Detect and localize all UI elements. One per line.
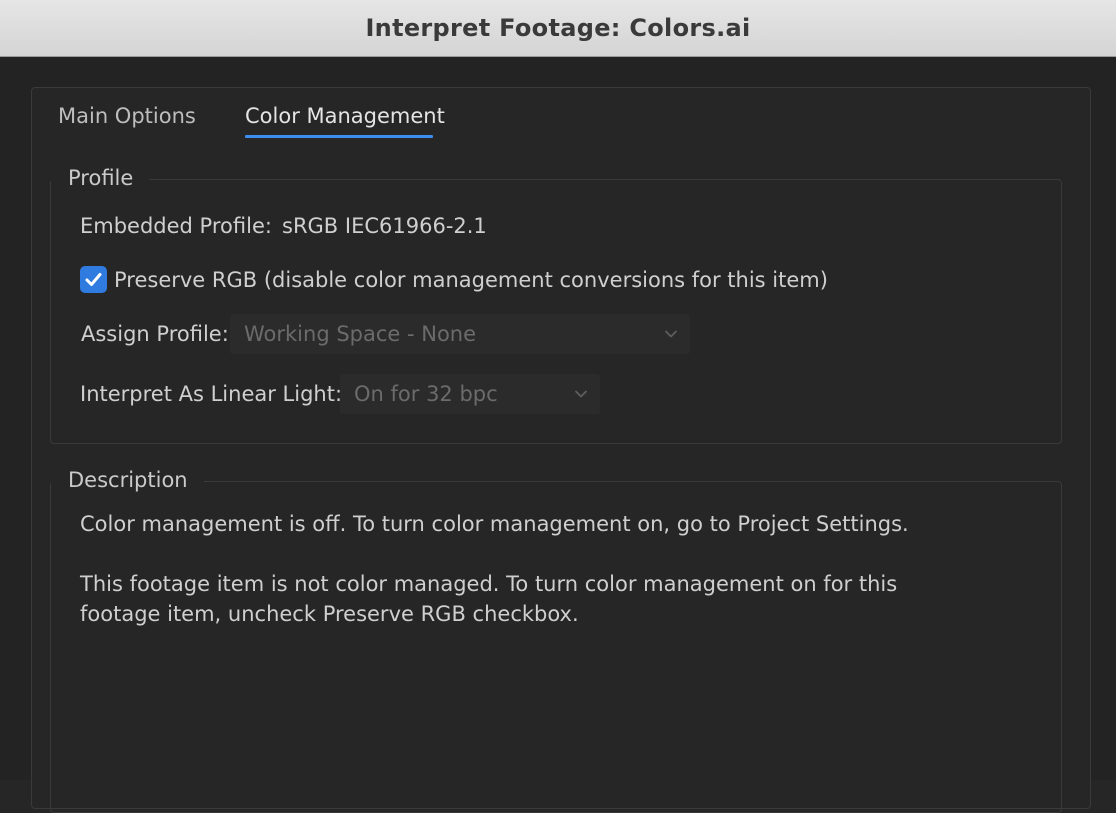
profile-group-legend: Profile <box>51 164 150 192</box>
linear-light-value: On for 32 bpc <box>354 382 498 406</box>
preserve-rgb-label[interactable]: Preserve RGB (disable color management c… <box>114 266 828 294</box>
embedded-profile-value: sRGB IEC61966-2.1 <box>282 214 487 238</box>
preserve-rgb-checkbox[interactable] <box>80 266 107 293</box>
linear-light-label: Interpret As Linear Light: <box>80 382 343 406</box>
checkmark-icon <box>85 273 102 286</box>
assign-profile-select[interactable]: Working Space - None <box>230 314 690 354</box>
dialog-body: Main Options Color Management Profile Em… <box>0 57 1116 813</box>
chevron-down-icon <box>575 390 587 398</box>
window-title: Interpret Footage: Colors.ai <box>365 14 751 42</box>
active-tab-indicator <box>245 135 433 138</box>
description-line-1: Color management is off. To turn color m… <box>80 512 909 536</box>
description-group-legend: Description <box>51 466 204 494</box>
title-bar: Interpret Footage: Colors.ai <box>0 0 1116 57</box>
linear-light-select[interactable]: On for 32 bpc <box>340 374 600 414</box>
description-line-2: This footage item is not color managed. … <box>80 572 898 596</box>
assign-profile-label: Assign Profile: <box>81 322 229 346</box>
description-line-3: footage item, uncheck Preserve RGB check… <box>80 602 579 626</box>
tab-color-management[interactable]: Color Management <box>245 102 445 130</box>
chevron-down-icon <box>665 330 677 338</box>
embedded-profile-label: Embedded Profile: <box>80 214 272 238</box>
assign-profile-value: Working Space - None <box>244 322 477 346</box>
tab-main-options[interactable]: Main Options <box>58 102 196 130</box>
